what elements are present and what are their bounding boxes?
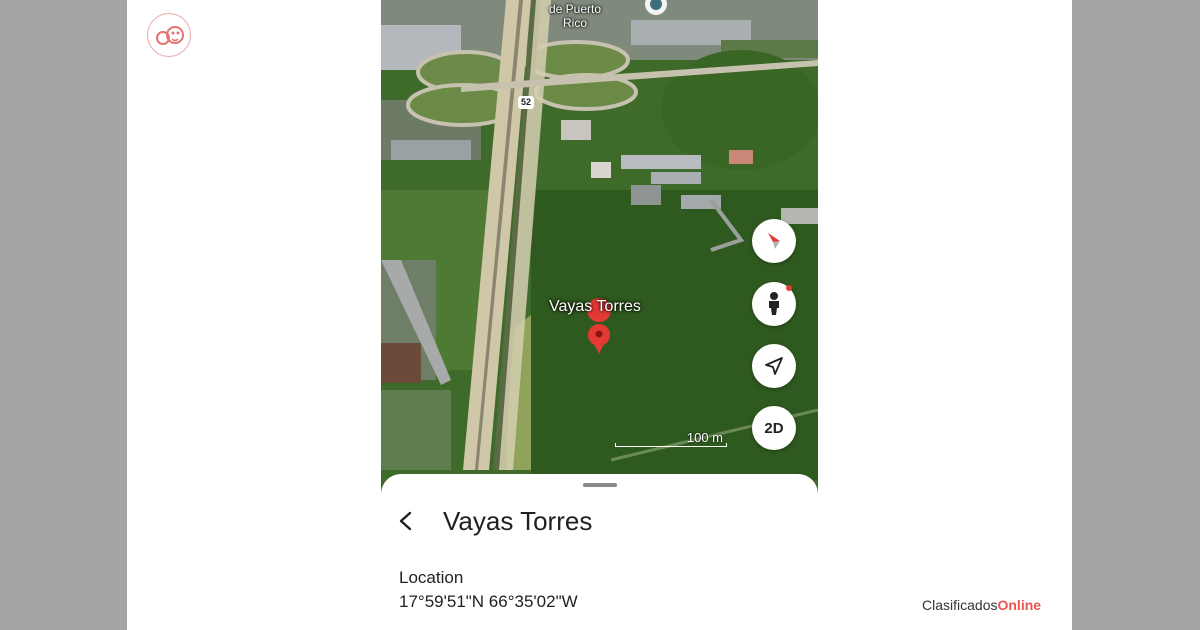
notification-dot xyxy=(786,285,792,291)
view-mode-2d-button[interactable]: 2D xyxy=(752,406,796,450)
watermark-prefix: Clasificados xyxy=(922,597,998,613)
place-title: Vayas Torres xyxy=(443,506,593,536)
watermark: ClasificadosOnline xyxy=(922,597,1041,613)
navigation-arrow-icon xyxy=(765,357,783,375)
coordinates-text: 17°59'51"N 66°35'02"W xyxy=(399,592,578,611)
pegman-icon xyxy=(769,292,779,315)
location-label: Location xyxy=(399,568,464,587)
pin-label: Vayas Torres xyxy=(549,298,641,315)
map-place-label: de Puerto Rico xyxy=(549,2,601,30)
scale-bar: 100 m xyxy=(615,428,729,450)
satellite-map[interactable]: de Puerto Rico 52 Vayas Torres 100 m 2D xyxy=(381,0,818,500)
map-place-label-line2: Rico xyxy=(563,16,588,30)
sheet-drag-handle[interactable] xyxy=(583,483,617,487)
back-arrow-icon xyxy=(399,511,412,531)
post-card: de Puerto Rico 52 Vayas Torres 100 m 2D … xyxy=(127,0,1072,630)
compass-button[interactable] xyxy=(752,219,796,263)
back-button[interactable] xyxy=(395,510,417,532)
scale-bar-line xyxy=(615,443,727,447)
compass-icon xyxy=(768,233,780,249)
map-place-label-line1: de Puerto xyxy=(549,2,602,16)
street-view-button[interactable] xyxy=(752,282,796,326)
watermark-accent: Online xyxy=(997,597,1042,613)
highway-shield: 52 xyxy=(518,96,534,109)
brand-logo xyxy=(147,13,191,57)
phone-screenshot: de Puerto Rico 52 Vayas Torres 100 m 2D … xyxy=(381,0,818,630)
my-location-button[interactable] xyxy=(752,344,796,388)
place-bottom-sheet[interactable]: Vayas Torres Location 17°59'51"N 66°35'0… xyxy=(381,474,818,630)
